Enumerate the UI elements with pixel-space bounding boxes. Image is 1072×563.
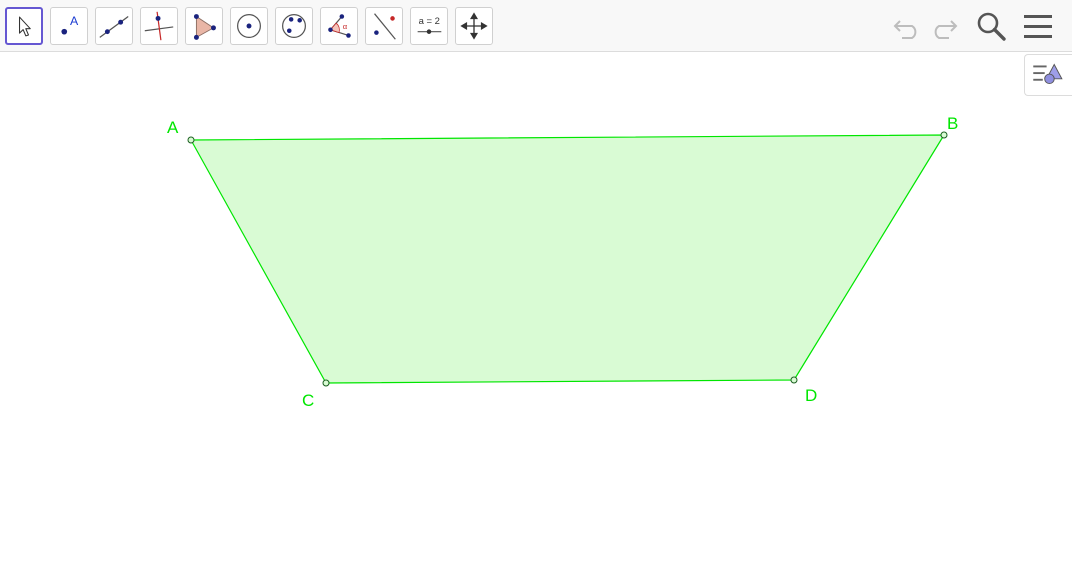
redo-button[interactable]: [925, 7, 963, 45]
label-D: D: [805, 386, 817, 405]
point-tool-button[interactable]: A: [50, 7, 88, 45]
quadrilateral-ABDC[interactable]: [190, 134, 945, 384]
circle-center-point-icon: [237, 14, 261, 38]
angle-icon-glyph: α: [343, 22, 348, 31]
point-A[interactable]: [187, 136, 195, 144]
line-tool-button[interactable]: [95, 7, 133, 45]
toolbar: A α a = 2: [0, 0, 1072, 52]
move-tool-button[interactable]: [5, 7, 43, 45]
slider-tool-button[interactable]: a = 2: [410, 7, 448, 45]
angle-icon: α: [328, 14, 351, 38]
perpendicular-line-icon: [144, 11, 174, 41]
point-icon-glyph: A: [70, 14, 79, 28]
undo-icon: [893, 20, 917, 39]
angle-tool-button[interactable]: α: [320, 7, 358, 45]
point-D[interactable]: [790, 376, 798, 384]
reflect-tool-button[interactable]: [365, 7, 403, 45]
search-button[interactable]: [972, 7, 1010, 45]
slider-icon-glyph: a = 2: [419, 16, 440, 27]
line-through-points-icon: [99, 16, 129, 38]
circle-three-points-icon: [282, 14, 306, 38]
polygon-tool-button[interactable]: [185, 7, 223, 45]
undo-button[interactable]: [888, 7, 926, 45]
move-arrow-icon: [18, 16, 31, 37]
search-icon: [977, 12, 1006, 41]
slider-icon: a = 2: [417, 16, 442, 34]
graphics-view[interactable]: A B C D: [0, 53, 1072, 563]
point-C[interactable]: [322, 379, 330, 387]
label-C: C: [302, 391, 314, 410]
perpendicular-tool-button[interactable]: [140, 7, 178, 45]
circle-three-points-tool-button[interactable]: [275, 7, 313, 45]
move-graphics-view-icon: [460, 12, 488, 40]
main-menu-button[interactable]: [1019, 7, 1057, 45]
redo-icon: [934, 20, 958, 39]
reflect-about-line-icon: [374, 13, 396, 40]
polygon-icon: [193, 14, 216, 40]
circle-tool-button[interactable]: [230, 7, 268, 45]
menu-icon: [1024, 15, 1052, 38]
label-A: A: [167, 118, 179, 137]
label-B: B: [947, 114, 958, 133]
move-graphics-view-tool-button[interactable]: [455, 7, 493, 45]
point-icon: A: [61, 14, 79, 35]
